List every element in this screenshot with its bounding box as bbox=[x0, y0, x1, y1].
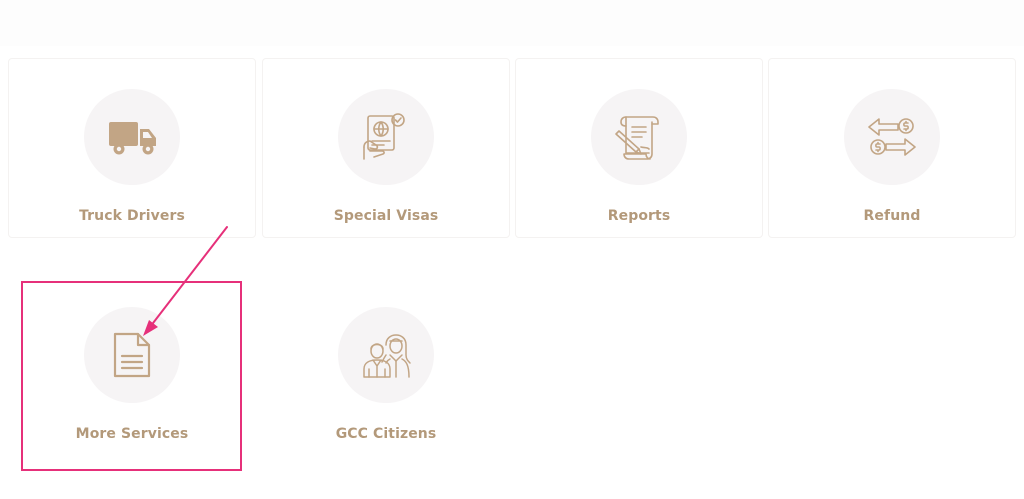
service-label: Refund bbox=[863, 208, 921, 224]
icon-circle bbox=[84, 89, 180, 185]
gcc-citizens-icon bbox=[363, 334, 411, 378]
service-card-special-visas[interactable]: Special Visas bbox=[262, 58, 510, 238]
service-card-refund[interactable]: Refund bbox=[768, 58, 1016, 238]
icon-circle bbox=[338, 307, 434, 403]
icon-circle bbox=[844, 89, 940, 185]
service-label: GCC Citizens bbox=[335, 426, 437, 442]
document-icon bbox=[113, 332, 151, 378]
icon-circle bbox=[338, 89, 434, 185]
service-label: Special Visas bbox=[333, 208, 439, 224]
service-card-reports[interactable]: Reports bbox=[515, 58, 763, 238]
service-card-more-services[interactable]: More Services bbox=[8, 276, 256, 456]
icon-circle bbox=[84, 307, 180, 403]
icon-circle bbox=[591, 89, 687, 185]
report-scroll-icon bbox=[615, 116, 659, 160]
refund-exchange-icon bbox=[868, 118, 916, 156]
top-strip bbox=[0, 0, 1024, 46]
service-label: More Services bbox=[75, 426, 189, 442]
service-label: Truck Drivers bbox=[79, 208, 185, 224]
visa-document-icon bbox=[363, 113, 405, 160]
service-label: Reports bbox=[607, 208, 671, 224]
service-card-truck-drivers[interactable]: Truck Drivers bbox=[8, 58, 256, 238]
service-card-gcc-citizens[interactable]: GCC Citizens bbox=[262, 276, 510, 456]
truck-icon bbox=[109, 122, 156, 155]
